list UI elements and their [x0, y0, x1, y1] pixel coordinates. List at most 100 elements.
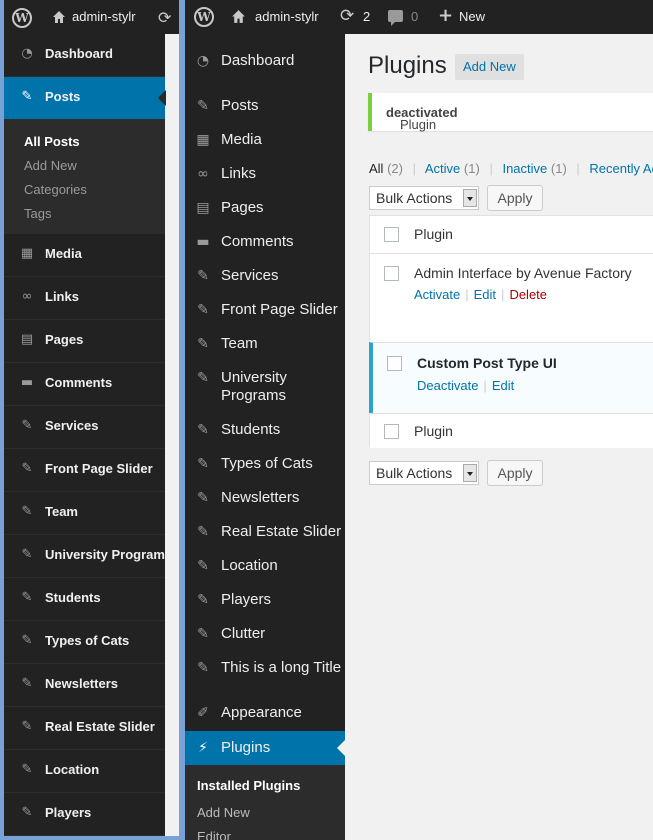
- submenu-add-new[interactable]: Add New: [197, 805, 250, 820]
- left-menu-newsletters[interactable]: ✎ Newsletters: [4, 664, 165, 707]
- row-checkbox[interactable]: [387, 356, 402, 371]
- row-actions: Deactivate | Edit: [417, 378, 514, 393]
- deactivate-link[interactable]: Deactivate: [417, 378, 478, 393]
- left-menu-posts[interactable]: ✎ Posts: [4, 77, 166, 120]
- admin-bar: W admin-stylr ⟳ 2 0 + New: [185, 0, 653, 34]
- pushpin-icon: ✎: [197, 98, 209, 114]
- notice-text: Plugin deactivated.: [386, 105, 458, 132]
- sidebar-item-plugins[interactable]: ⚡ Plugins: [185, 731, 345, 765]
- left-menu-label: Real Estate Slider: [45, 719, 155, 734]
- sidebar-item-label: Appearance: [221, 704, 302, 721]
- comments-count[interactable]: 0: [411, 9, 418, 24]
- updates-icon[interactable]: ⟳: [340, 6, 354, 26]
- plugins-submenu: Installed Plugins Add New Editor: [185, 765, 345, 840]
- sidebar-item-appearance[interactable]: ✐ Appearance: [185, 696, 345, 730]
- sidebar-item-label: Dashboard: [221, 52, 295, 69]
- sidebar-item-front-page-slider[interactable]: ✎ Front Page Slider: [185, 293, 345, 327]
- submenu-editor[interactable]: Editor: [197, 829, 231, 840]
- plus-icon[interactable]: +: [438, 5, 453, 26]
- left-menu-label: Location: [45, 762, 100, 777]
- sidebar-item-students[interactable]: ✎ Students: [185, 413, 345, 447]
- left-submenu-all-posts[interactable]: All Posts: [4, 130, 165, 154]
- site-name-link[interactable]: admin-stylr: [255, 9, 319, 24]
- sidebar-item-team[interactable]: ✎ Team: [185, 327, 345, 361]
- select-all-checkbox-footer[interactable]: [384, 424, 399, 439]
- left-menu-pages[interactable]: ▤ Pages: [4, 320, 165, 363]
- filter-active[interactable]: Active: [425, 161, 460, 176]
- row-checkbox[interactable]: [384, 266, 399, 281]
- left-menu-students[interactable]: ✎ Students: [4, 578, 165, 621]
- sidebar-item-players[interactable]: ✎ Players: [185, 583, 345, 617]
- left-menu-university-programs[interactable]: ✎ University Programs: [4, 535, 172, 578]
- home-icon[interactable]: [231, 9, 246, 24]
- filter-inactive[interactable]: Inactive: [502, 161, 547, 176]
- action-divider: |: [465, 287, 469, 302]
- left-menu-dashboard[interactable]: ◔ Dashboard: [4, 34, 165, 77]
- link-icon: ∞: [21, 289, 33, 304]
- left-menu-media[interactable]: ▦ Media: [4, 234, 165, 277]
- activate-link[interactable]: Activate: [414, 287, 460, 302]
- left-menu-front-page-slider[interactable]: ✎ Front Page Slider: [4, 449, 165, 492]
- edit-link[interactable]: Edit: [474, 287, 496, 302]
- left-submenu-tags[interactable]: Tags: [4, 202, 165, 226]
- submenu-installed-plugins[interactable]: Installed Plugins: [197, 778, 300, 793]
- filter-divider: |: [576, 161, 580, 176]
- select-all-checkbox[interactable]: [384, 227, 399, 242]
- sidebar-item-label: Front Page Slider: [221, 301, 338, 318]
- sidebar-item-label: Links: [221, 165, 257, 182]
- sidebar-item-label: Clutter: [221, 625, 266, 642]
- apply-button-top[interactable]: Apply: [487, 185, 543, 211]
- wordpress-logo-icon[interactable]: W: [12, 8, 32, 28]
- home-icon[interactable]: [52, 10, 66, 24]
- apply-button-bottom[interactable]: Apply: [487, 460, 543, 486]
- pushpin-icon: ✎: [21, 504, 33, 519]
- left-menu-comments[interactable]: ▬ Comments: [4, 363, 165, 406]
- left-submenu-categories[interactable]: Categories: [4, 178, 165, 202]
- updates-icon[interactable]: ⟳: [158, 8, 171, 27]
- row-actions: Activate | Edit | Delete: [414, 287, 547, 302]
- sidebar-item-university-programs[interactable]: ✎ University Programs: [185, 361, 345, 411]
- delete-link[interactable]: Delete: [509, 287, 547, 302]
- sidebar-item-services[interactable]: ✎ Services: [185, 259, 345, 293]
- sidebar-item-dashboard[interactable]: ◔ Dashboard: [185, 44, 345, 78]
- sidebar-item-comments[interactable]: ▬ Comments: [185, 225, 345, 259]
- pushpin-icon: ✎: [21, 633, 33, 648]
- sidebar-item-types-of-cats[interactable]: ✎ Types of Cats: [185, 447, 345, 481]
- left-admin-bar: W admin-stylr ⟳: [4, 0, 179, 34]
- wordpress-logo-icon[interactable]: W: [194, 7, 214, 27]
- left-menu-players[interactable]: ✎ Players: [4, 793, 165, 836]
- add-new-plugin-button[interactable]: Add New: [455, 54, 524, 80]
- pushpin-icon: ✎: [21, 418, 33, 433]
- sidebar-item-links[interactable]: ∞ Links: [185, 157, 345, 191]
- left-menu-team[interactable]: ✎ Team: [4, 492, 165, 535]
- sidebar-item-location[interactable]: ✎ Location: [185, 549, 345, 583]
- left-submenu-add-new[interactable]: Add New: [4, 154, 165, 178]
- filter-all[interactable]: All: [369, 161, 383, 176]
- left-menu-location[interactable]: ✎ Location: [4, 750, 165, 793]
- sidebar-item-label: Location: [221, 557, 278, 574]
- left-menu-real-estate-slider[interactable]: ✎ Real Estate Slider: [4, 707, 165, 750]
- comments-icon[interactable]: [388, 10, 403, 26]
- left-menu-services[interactable]: ✎ Services: [4, 406, 165, 449]
- sidebar-item-posts[interactable]: ✎ Posts: [185, 89, 345, 123]
- action-divider: |: [483, 378, 487, 393]
- edit-link[interactable]: Edit: [492, 378, 514, 393]
- plugin-status-filters: All (2) | Active (1) | Inactive (1) | Re…: [369, 161, 653, 176]
- bulk-actions-select-bottom[interactable]: Bulk Actions: [369, 461, 479, 485]
- left-menu-types-of-cats[interactable]: ✎ Types of Cats: [4, 621, 165, 664]
- sidebar-item-real-estate-slider[interactable]: ✎ Real Estate Slider: [185, 515, 345, 549]
- sidebar-item-clutter[interactable]: ✎ Clutter: [185, 617, 345, 651]
- pushpin-icon: ✎: [197, 336, 209, 352]
- sidebar-item-long-title[interactable]: ✎ This is a long Title: [185, 651, 345, 685]
- bulk-actions-select-top[interactable]: Bulk Actions: [369, 186, 479, 210]
- plugin-name: Custom Post Type UI: [417, 355, 557, 371]
- left-menu-links[interactable]: ∞ Links: [4, 277, 165, 320]
- left-site-name[interactable]: admin-stylr: [72, 9, 136, 24]
- new-content-link[interactable]: New: [459, 9, 485, 24]
- sidebar-item-newsletters[interactable]: ✎ Newsletters: [185, 481, 345, 515]
- sidebar-item-pages[interactable]: ▤ Pages: [185, 191, 345, 225]
- filter-recently-active[interactable]: Recently Active: [589, 161, 653, 176]
- sidebar-item-media[interactable]: ▦ Media: [185, 123, 345, 157]
- updates-count[interactable]: 2: [363, 9, 370, 24]
- sidebar-item-label: Newsletters: [221, 489, 300, 506]
